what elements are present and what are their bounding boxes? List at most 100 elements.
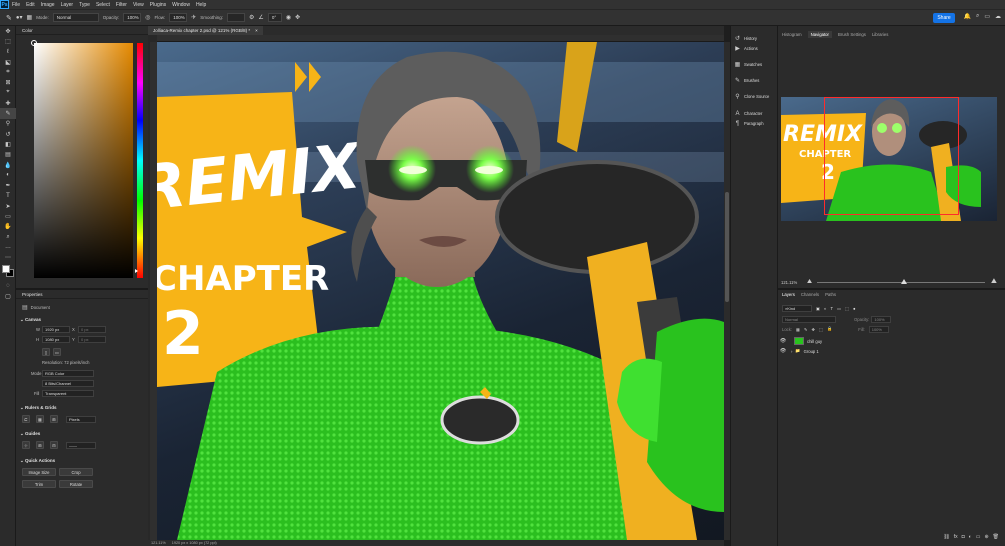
brush-settings-icon[interactable]: ▦	[27, 14, 33, 21]
brush-tool-icon[interactable]: ✎	[6, 14, 12, 22]
lock-all-icon[interactable]: 🔒	[827, 326, 832, 332]
edit-toolbar-icon[interactable]: ⋯	[0, 253, 16, 263]
zoom-tool-icon[interactable]: ⌕	[0, 232, 16, 242]
blend-mode-select[interactable]: Normal	[782, 315, 836, 323]
guide-color-select[interactable]: ——	[66, 442, 96, 449]
navigator-zoom-slider[interactable]	[817, 279, 985, 284]
navigator-thumbnail[interactable]: REMIX CHAPTER 2	[781, 97, 997, 221]
angle-field[interactable]: 0°	[267, 13, 282, 22]
filter-toggle-icon[interactable]: ●	[853, 306, 856, 311]
image-size-button[interactable]: Image Size	[22, 468, 56, 476]
guide-lock-icon[interactable]: ⊟	[50, 441, 58, 449]
ruler-icon[interactable]: ⊏	[22, 415, 30, 423]
menu-filter[interactable]: Filter	[113, 2, 130, 8]
mode-select[interactable]: Normal	[52, 13, 99, 22]
hue-slider[interactable]	[135, 43, 143, 278]
menu-file[interactable]: File	[9, 2, 23, 8]
color-mode-select[interactable]: RGB Color	[42, 370, 94, 377]
object-select-tool-icon[interactable]: ⬕	[0, 57, 16, 67]
chevron-right-icon[interactable]: ›	[791, 349, 792, 354]
filter-type-icon[interactable]: T	[831, 306, 834, 311]
pen-tool-icon[interactable]: ✒	[0, 180, 16, 190]
grid-icon[interactable]: ▦	[36, 415, 44, 423]
fill-select[interactable]: Transparent	[42, 390, 94, 397]
panel-paragraph[interactable]: ¶ Paragraph	[734, 120, 764, 127]
share-button[interactable]: Share	[933, 13, 955, 23]
bell-icon[interactable]: 🔔	[963, 13, 970, 20]
menu-view[interactable]: View	[130, 2, 147, 8]
type-tool-icon[interactable]: T	[0, 191, 16, 201]
pressure-opacity-icon[interactable]: ◎	[145, 14, 150, 21]
filter-adjustment-icon[interactable]: ◐	[824, 306, 827, 311]
brush-preset-icon[interactable]: ●▾	[16, 14, 23, 21]
smoothing-field[interactable]	[227, 13, 246, 22]
guide-layout-icon[interactable]: ⊞	[36, 441, 44, 449]
new-group-icon[interactable]: ▭	[976, 534, 981, 540]
layer-row-chill-guy[interactable]: 👁 chill guy	[778, 336, 1005, 346]
lock-pixels-icon[interactable]: ▦	[796, 327, 800, 332]
y-field[interactable]: 0 px	[78, 336, 106, 343]
eraser-tool-icon[interactable]: ◧	[0, 139, 16, 149]
trim-button[interactable]: Trim	[22, 480, 56, 488]
color-picker-handle[interactable]	[31, 40, 37, 46]
layer-opacity-field[interactable]: 100%	[871, 315, 892, 323]
tab-histogram[interactable]: Histogram	[782, 32, 802, 37]
opacity-field[interactable]: 100%	[123, 13, 142, 22]
ruler-unit-select[interactable]: Pixels	[66, 416, 96, 423]
tab-paths[interactable]: Paths	[825, 292, 836, 297]
navigator-view-box[interactable]	[824, 97, 959, 215]
quick-actions-section-title[interactable]: ⌄ Quick Actions	[16, 458, 55, 464]
guides-section-title[interactable]: ⌄ Guides	[16, 431, 40, 437]
panel-brushes[interactable]: ✎ Brushes	[734, 77, 759, 84]
gradient-tool-icon[interactable]: ▤	[0, 150, 16, 160]
airbrush-icon[interactable]: ✈	[191, 14, 196, 21]
menu-plugins[interactable]: Plugins	[147, 2, 169, 8]
tab-layers[interactable]: Layers	[782, 292, 795, 297]
dodge-tool-icon[interactable]: ◐	[0, 170, 16, 180]
more-tools-icon[interactable]: …	[0, 242, 16, 252]
link-layers-icon[interactable]: ⛓	[943, 534, 949, 540]
orientation-portrait-icon[interactable]: ▯	[42, 348, 50, 356]
healing-brush-tool-icon[interactable]: ✚	[0, 98, 16, 108]
symmetry-icon[interactable]: ✥	[295, 14, 300, 21]
menu-edit[interactable]: Edit	[23, 2, 38, 8]
add-mask-icon[interactable]: ◘	[962, 534, 965, 540]
tab-navigator[interactable]: Navigator	[807, 31, 832, 38]
shape-tool-icon[interactable]: ▭	[0, 211, 16, 221]
panel-clone-source[interactable]: ⚲ Clone Source	[734, 93, 769, 100]
close-icon[interactable]: ×	[255, 28, 258, 33]
search-icon[interactable]: ⌕	[976, 13, 979, 20]
filter-pixel-icon[interactable]: ▣	[816, 306, 820, 311]
path-select-tool-icon[interactable]: ➤	[0, 201, 16, 211]
navigator-zoom-handle[interactable]	[901, 279, 907, 284]
layer-row-group-1[interactable]: 👁 › 📁 Group 1	[778, 346, 1005, 356]
x-field[interactable]: 0 px	[78, 326, 106, 333]
bit-depth-select[interactable]: 8 Bits/Channel	[42, 380, 94, 387]
foreground-color[interactable]	[2, 264, 10, 273]
eye-icon[interactable]: 👁	[778, 348, 788, 354]
frame-tool-icon[interactable]: ⊠	[0, 77, 16, 87]
panel-history[interactable]: ↺ History	[734, 35, 757, 42]
new-layer-icon[interactable]: ⊕	[984, 534, 988, 540]
marquee-tool-icon[interactable]: ⬚	[0, 36, 16, 46]
eyedropper-tool-icon[interactable]: ⌖	[0, 88, 16, 98]
flow-field[interactable]: 100%	[169, 13, 188, 22]
layer-fill-field[interactable]: 100%	[868, 325, 889, 333]
guides-icon[interactable]: ⊹	[22, 441, 30, 449]
hand-tool-icon[interactable]: ✋	[0, 222, 16, 232]
color-field[interactable]	[31, 40, 133, 278]
color-swatches[interactable]	[0, 263, 16, 281]
lasso-tool-icon[interactable]: ℓ	[0, 47, 16, 57]
lock-artboard-icon[interactable]: ⬚	[819, 327, 823, 332]
lock-position-icon[interactable]: ✥	[812, 327, 816, 332]
tab-properties[interactable]: Properties	[19, 290, 46, 298]
panel-actions[interactable]: ▶ Actions	[734, 45, 758, 52]
menu-layer[interactable]: Layer	[58, 2, 77, 8]
move-tool-icon[interactable]: ✥	[0, 26, 16, 36]
menu-window[interactable]: Window	[169, 2, 193, 8]
rulers-section-title[interactable]: ⌄ Rulers & Grids	[16, 405, 57, 411]
smoothing-settings-icon[interactable]: ⚙	[249, 14, 254, 21]
width-field[interactable]: 1920 px	[42, 326, 70, 333]
quick-mask-icon[interactable]: ◌	[0, 281, 16, 291]
menu-type[interactable]: Type	[76, 2, 93, 8]
